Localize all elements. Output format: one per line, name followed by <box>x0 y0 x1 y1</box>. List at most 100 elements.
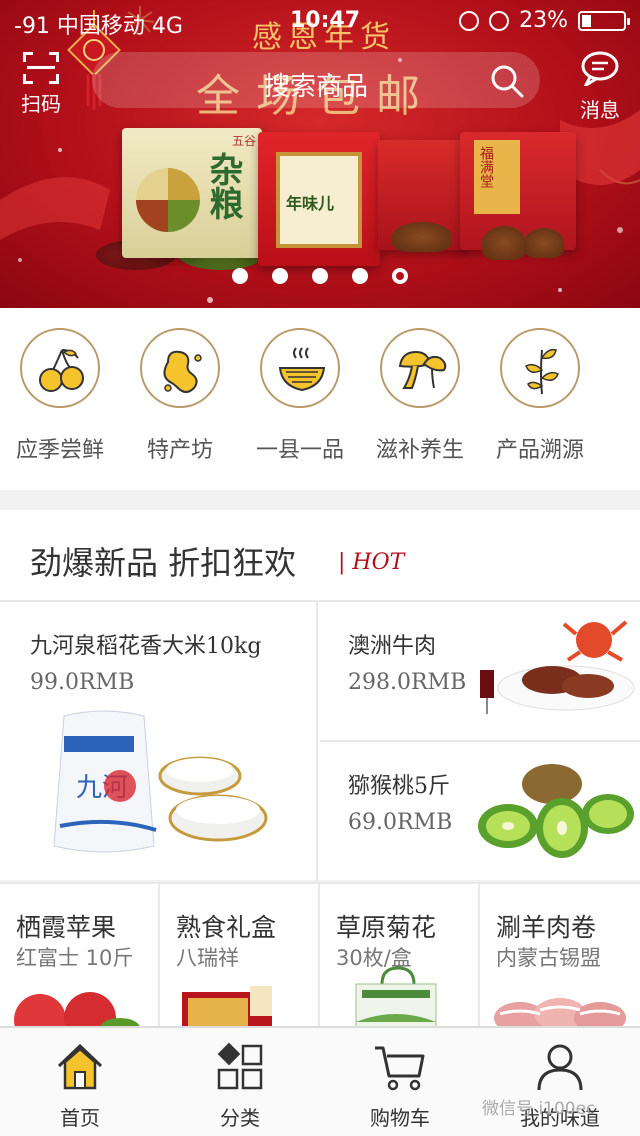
mushroom-icon <box>398 350 447 389</box>
product-card-kiwi[interactable]: 猕猴桃5斤 69.0RMB <box>320 742 640 882</box>
search-placeholder: 搜索商品 <box>264 72 369 102</box>
promo-banner[interactable]: 感恩年货 全场包邮 杂粮 五谷 年味儿 福满堂 -91 中国移动 4G 10:4… <box>0 0 640 308</box>
product-price: 99.0RMB <box>30 670 135 695</box>
search-input[interactable]: 搜索商品 <box>92 52 540 108</box>
tab-cart[interactable]: 购物车 <box>320 1028 480 1136</box>
category-label: 应季尝鲜 <box>15 438 104 463</box>
product-name: 栖霞苹果 <box>16 913 117 942</box>
scan-icon <box>23 52 59 84</box>
carousel-indicator[interactable] <box>0 268 640 288</box>
hot-section-header: 劲爆新品 折扣狂欢 | HOT <box>0 510 640 600</box>
category-trace[interactable]: 产品溯源 <box>480 308 600 490</box>
gift-box-label: 年味儿 <box>276 152 362 248</box>
grain-box-text: 杂粮 <box>203 152 243 220</box>
shiitake-mushroom <box>524 228 564 258</box>
cart-icon <box>375 1046 425 1091</box>
featured-grid: 九河泉稻花香大米10kg 99.0RMB 九河 澳洲牛肉 298.0RMB 猕猴… <box>0 600 640 882</box>
product-price: 298.0RMB <box>348 670 467 695</box>
user-icon <box>537 1044 583 1091</box>
tab-label: 首页 <box>60 1106 100 1130</box>
new-year-gift-box: 年味儿 <box>258 132 380 266</box>
product-name: 九河泉稻花香大米10kg <box>30 634 262 659</box>
peanut-icon <box>163 350 202 393</box>
scan-button[interactable]: 扫码 <box>18 52 64 116</box>
category-icon-circle <box>380 328 460 408</box>
category-row: 应季尝鲜 特产坊 一县一品 滋补养生 产品溯源 <box>0 308 640 490</box>
clock: 10:47 <box>290 8 361 33</box>
gift-box-text: 年味儿 <box>286 194 335 213</box>
product-card-beef[interactable]: 澳洲牛肉 298.0RMB <box>320 602 640 742</box>
tab-label: 购物车 <box>370 1106 430 1130</box>
carousel-dot[interactable] <box>312 268 328 284</box>
product-card-rice[interactable]: 九河泉稻花香大米10kg 99.0RMB 九河 <box>0 602 318 882</box>
sprout-icon <box>525 348 559 395</box>
tab-category[interactable]: 分类 <box>160 1028 320 1136</box>
category-specialty[interactable]: 特产坊 <box>120 308 240 490</box>
black-fungus <box>392 222 452 252</box>
battery-percent: 23% <box>519 8 568 33</box>
lamb-rolls-image <box>494 998 626 1028</box>
grain-disc <box>136 168 200 232</box>
carrier-signal: -91 中国移动 4G <box>14 14 183 39</box>
tab-label: 分类 <box>220 1106 260 1130</box>
tab-profile[interactable]: 我的味道 <box>480 1028 640 1136</box>
app-home-screen: 感恩年货 全场包邮 杂粮 五谷 年味儿 福满堂 -91 中国移动 4G 10:4… <box>0 0 640 1136</box>
category-icon-circle <box>140 328 220 408</box>
product-price: 69.0RMB <box>348 810 453 835</box>
alarm-icon <box>489 10 510 31</box>
product-name: 猕猴桃5斤 <box>348 774 450 799</box>
tab-home[interactable]: 首页 <box>0 1028 160 1136</box>
grain-box-subtext: 五谷 <box>231 134 256 148</box>
product-subtitle: 八瑞祥 <box>176 946 239 970</box>
carousel-dot[interactable] <box>272 268 288 284</box>
status-bar: -91 中国移动 4G 10:47 23% <box>0 0 640 40</box>
fortune-box-text: 福满堂 <box>478 146 494 188</box>
steak-plate-image <box>480 620 635 714</box>
category-health[interactable]: 滋补养生 <box>360 308 480 490</box>
carousel-dot[interactable] <box>232 268 248 284</box>
product-card-lamb[interactable]: 涮羊肉卷 内蒙古锡盟 <box>480 884 640 1028</box>
product-name: 草原菊花 <box>336 913 437 942</box>
rice-bag-image: 九河 <box>53 710 268 853</box>
wechat-watermark: 微信号 i100ec <box>482 1099 596 1119</box>
bottom-tab-bar: 首页 分类 购物车 我的味道 <box>0 1026 640 1136</box>
home-icon <box>57 1043 103 1090</box>
section-title: 劲爆新品 折扣狂欢 <box>30 544 297 582</box>
carousel-dot[interactable] <box>352 268 368 284</box>
apples-image <box>14 992 140 1028</box>
category-icon-circle <box>260 328 340 408</box>
noodle-bowl-icon <box>278 347 326 392</box>
gift-box-image <box>182 986 272 1028</box>
product-name: 涮羊肉卷 <box>496 913 597 942</box>
category-icon-circle <box>20 328 100 408</box>
shiitake-mushroom <box>482 226 526 260</box>
product-subtitle: 内蒙古锡盟 <box>496 946 601 970</box>
product-name: 熟食礼盒 <box>176 913 277 942</box>
product-card-apple[interactable]: 栖霞苹果 红富士 10斤 <box>0 884 160 1028</box>
cherry-icon <box>39 349 84 392</box>
product-name: 澳洲牛肉 <box>348 634 437 659</box>
product-card-chrysanthemum[interactable]: 草原菊花 30枚/盒 <box>320 884 480 1028</box>
hot-tag: | HOT <box>338 550 405 575</box>
product-row: 栖霞苹果 红富士 10斤 熟食礼盒 八瑞祥 草原菊花 30枚/盒 涮羊肉卷 内蒙… <box>0 882 640 1028</box>
chat-bubble-icon <box>581 51 619 89</box>
category-county[interactable]: 一县一品 <box>240 308 360 490</box>
message-button[interactable]: 消息 <box>572 50 628 122</box>
orientation-lock-icon <box>459 10 480 31</box>
category-icon-circle <box>500 328 580 408</box>
category-label: 滋补养生 <box>375 438 464 463</box>
battery-level <box>582 14 591 27</box>
message-label: 消息 <box>580 98 620 122</box>
category-label: 特产坊 <box>146 438 213 463</box>
scan-label: 扫码 <box>21 92 61 116</box>
grain-gift-box: 杂粮 五谷 <box>122 128 262 258</box>
category-label: 一县一品 <box>255 438 344 463</box>
kiwi-image <box>478 764 634 858</box>
category-seasonal[interactable]: 应季尝鲜 <box>0 308 120 490</box>
carousel-dot-active[interactable] <box>392 268 408 284</box>
search-icon[interactable] <box>490 64 524 98</box>
flower-box-image <box>355 966 437 1028</box>
product-card-giftbox[interactable]: 熟食礼盒 八瑞祥 <box>160 884 320 1028</box>
status-right: 23% <box>459 8 630 33</box>
category-label: 产品溯源 <box>495 438 584 463</box>
